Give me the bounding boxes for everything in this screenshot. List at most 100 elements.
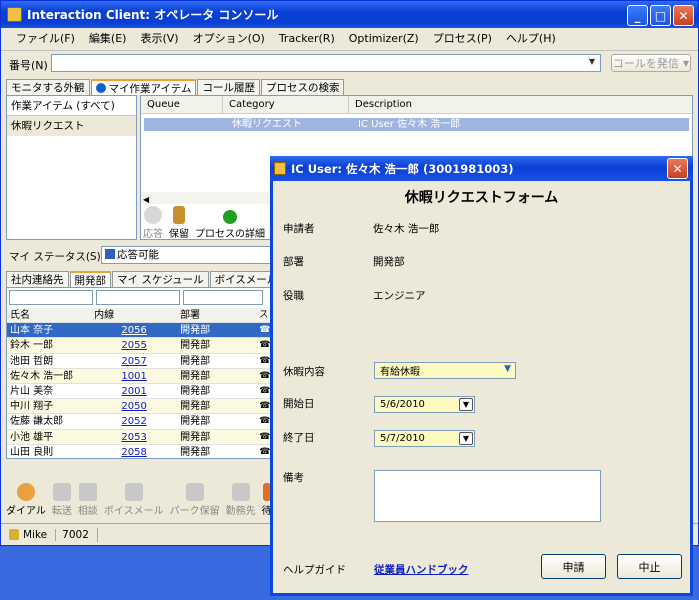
workplace-button[interactable]: 勤務先 (226, 483, 256, 517)
dialog-close-button[interactable]: ✕ (667, 158, 688, 179)
park-hold-button[interactable]: パーク保留 (170, 483, 220, 517)
submit-button[interactable]: 申請 (541, 554, 606, 579)
table-row[interactable]: 池田 哲朗 2057 開発部 ☎ (7, 354, 271, 369)
dialog-icon (274, 162, 286, 175)
contact-ext[interactable]: 2055 (91, 338, 177, 352)
queue-col-queue[interactable]: Queue (141, 96, 223, 113)
filter-ext-input[interactable] (96, 290, 180, 305)
col-ext[interactable]: 内線 (91, 308, 177, 322)
menu-options[interactable]: オプション(O) (186, 30, 272, 46)
number-input[interactable]: ▼ (51, 54, 601, 72)
tab-dev-dept[interactable]: 開発部 (69, 271, 111, 287)
menu-edit[interactable]: 編集(E) (82, 30, 134, 46)
menu-view[interactable]: 表示(V) (133, 30, 185, 46)
main-titlebar[interactable]: Interaction Client: オペレータ コンソール _ □ ✕ (1, 1, 698, 28)
submit-label: 申請 (562, 560, 585, 574)
place-call-button[interactable]: コールを発信 ▼ (611, 54, 691, 72)
dialog-title: IC User: 佐々木 浩一郎 (3001981003) (291, 161, 514, 176)
filter-name-input[interactable] (9, 290, 93, 305)
tab-call-history[interactable]: コール履歴 (197, 79, 260, 95)
queue-col-category[interactable]: Category (223, 96, 349, 113)
notes-textarea[interactable] (374, 470, 601, 522)
employee-handbook-link[interactable]: 従業員ハンドブック (374, 562, 469, 577)
start-date-label: 開始日 (283, 398, 315, 410)
tab-my-work-items[interactable]: マイ作業アイテム (90, 79, 197, 95)
status-select[interactable]: 応答可能 (101, 246, 271, 264)
contact-ext[interactable]: 2058 (91, 445, 177, 458)
contact-name: 池田 哲朗 (10, 355, 54, 367)
close-button[interactable]: ✕ (673, 5, 694, 26)
status-user: Mike (23, 528, 48, 541)
hold-label: 保留 (169, 229, 189, 240)
transfer-button[interactable]: 転送 (52, 483, 72, 517)
app-icon (7, 7, 22, 22)
voicemail-button[interactable]: ボイスメール (104, 483, 164, 517)
contact-ext[interactable]: 2050 (91, 399, 177, 413)
col-dept[interactable]: 部署 (177, 308, 259, 322)
menu-optimizer[interactable]: Optimizer(Z) (342, 32, 426, 45)
filter-dept-input[interactable] (183, 290, 263, 305)
hold-button[interactable]: 保留 (169, 206, 189, 240)
chevron-down-icon[interactable]: ▼ (459, 432, 473, 445)
dialog-titlebar[interactable]: IC User: 佐々木 浩一郎 (3001981003) ✕ (270, 156, 693, 181)
contact-name: 片山 美奈 (10, 385, 54, 397)
tab-monitored-appearances[interactable]: モニタする外観 (6, 79, 90, 95)
notes-label: 備考 (283, 472, 304, 484)
table-row[interactable]: 片山 美奈 2001 開発部 ☎ (7, 384, 271, 400)
start-date-value: 5/6/2010 (380, 399, 425, 410)
menu-tracker[interactable]: Tracker(R) (272, 32, 342, 45)
menu-process[interactable]: プロセス(P) (426, 30, 499, 46)
table-row[interactable]: 鈴木 一郎 2055 開発部 ☎ (7, 338, 271, 354)
cancel-label: 中止 (638, 560, 661, 574)
end-date-picker[interactable]: 5/7/2010 ▼ (374, 430, 475, 447)
table-row[interactable]: 小池 雄平 2053 開発部 ☎ (7, 429, 271, 445)
contact-ext[interactable]: 2057 (91, 354, 177, 368)
applicant-label: 申請者 (283, 223, 315, 235)
lock-icon (9, 529, 19, 540)
tab-my-schedule[interactable]: マイ スケジュール (112, 271, 209, 287)
contacts-header: 氏名 内線 部署 ス (7, 308, 271, 324)
transfer-label: 転送 (51, 506, 72, 517)
dept-value: 開発部 (373, 256, 405, 268)
work-item-all[interactable]: 作業アイテム (すべて) (7, 96, 136, 116)
dial-button[interactable]: ダイアル (6, 483, 46, 517)
minimize-button[interactable]: _ (627, 5, 648, 26)
start-date-picker[interactable]: 5/6/2010 ▼ (374, 396, 475, 413)
maximize-button[interactable]: □ (650, 5, 671, 26)
table-row[interactable]: 山田 良則 2058 開発部 ☎ (7, 445, 271, 458)
voicemail-icon (124, 483, 143, 501)
tab-my-work-items-label: マイ作業アイテム (108, 83, 192, 95)
answer-button[interactable]: 応答 (143, 206, 163, 240)
contact-ext[interactable]: 2053 (91, 430, 177, 444)
contact-ext[interactable]: 2056 (91, 323, 177, 337)
number-label: 番号(N) (9, 59, 48, 72)
help-guide-label: ヘルプガイド (283, 564, 346, 576)
work-item-leave-request[interactable]: 休暇リクエスト (7, 116, 136, 136)
table-row[interactable]: 佐藤 謙太郎 2052 開発部 ☎ (7, 414, 271, 430)
tab-process-search[interactable]: プロセスの検索 (260, 79, 345, 95)
menu-help[interactable]: ヘルプ(H) (499, 30, 563, 46)
tab-company-directory[interactable]: 社内連絡先 (6, 271, 69, 287)
contact-name: 鈴木 一郎 (10, 340, 54, 352)
contact-dept: 開発部 (180, 325, 211, 337)
leave-type-select[interactable]: 有給休暇 ▼ (374, 362, 516, 379)
contact-ext[interactable]: 2052 (91, 414, 177, 428)
contact-ext[interactable]: 1001 (91, 369, 177, 383)
table-row[interactable]: 山本 奈子 2056 開発部 ☎ (7, 323, 271, 339)
contact-name: 山田 良則 (10, 446, 54, 458)
menu-file[interactable]: ファイル(F) (9, 30, 82, 46)
arrow-icon (95, 83, 106, 93)
chevron-down-icon[interactable]: ▼ (586, 57, 598, 69)
contact-ext[interactable]: 2001 (91, 384, 177, 398)
consult-button[interactable]: 相談 (78, 483, 98, 517)
cancel-button[interactable]: 中止 (617, 554, 682, 579)
table-row[interactable]: 中川 翔子 2050 開発部 ☎ (7, 399, 271, 415)
chevron-down-icon[interactable]: ▼ (459, 398, 473, 411)
contact-name: 佐々木 浩一郎 (10, 370, 74, 382)
col-name[interactable]: 氏名 (7, 308, 91, 322)
process-detail-button[interactable]: プロセスの詳細 (195, 210, 265, 240)
main-title: Interaction Client: オペレータ コンソール (27, 8, 279, 22)
queue-row[interactable]: 休暇リクエスト IC User 佐々木 浩一郎 (144, 118, 689, 131)
table-row[interactable]: 佐々木 浩一郎 1001 開発部 ☎ (7, 368, 271, 384)
queue-col-description[interactable]: Description (349, 96, 412, 113)
